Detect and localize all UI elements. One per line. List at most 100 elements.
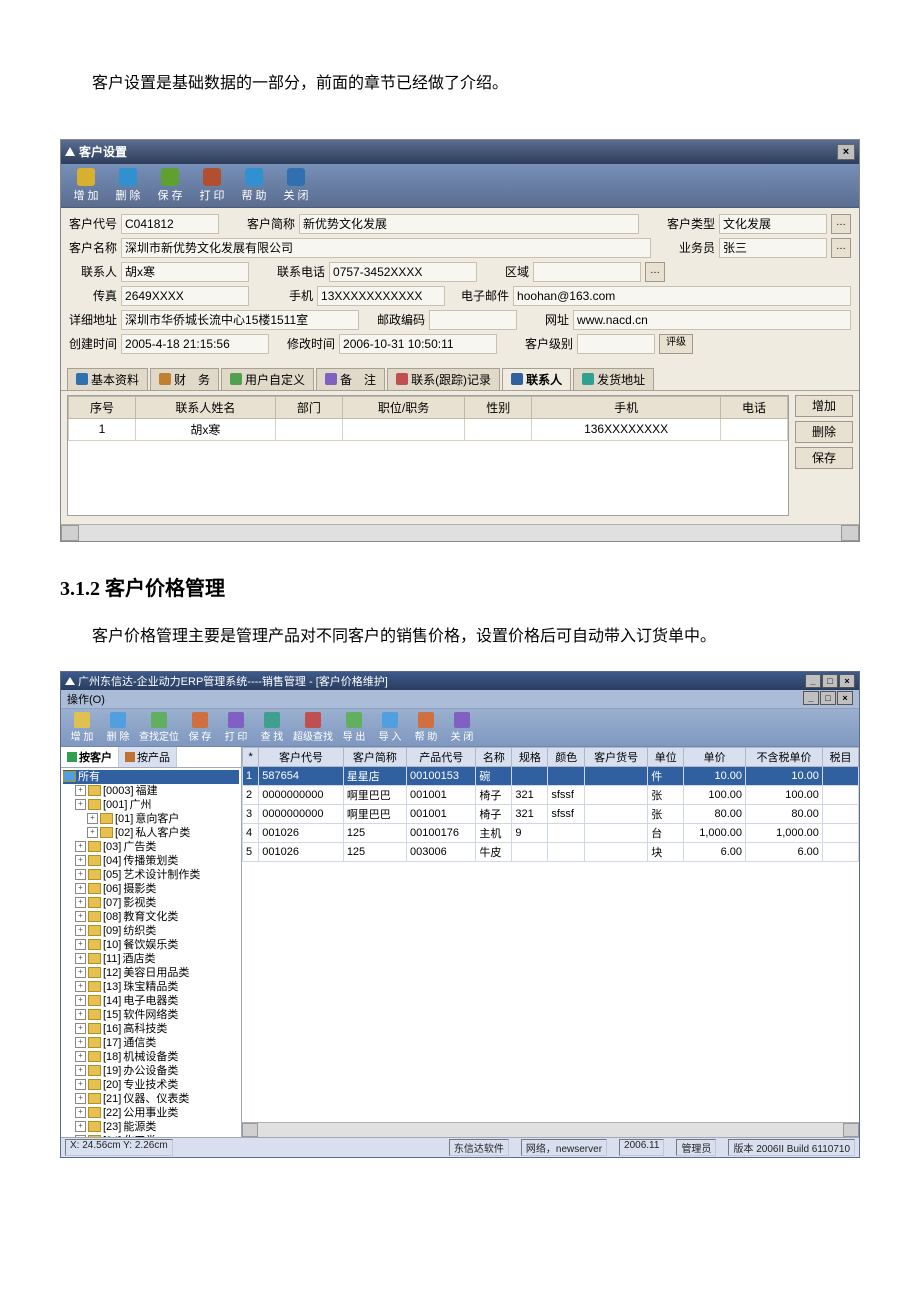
tree-item[interactable]: +[16] 高科技类 bbox=[63, 1022, 239, 1036]
field-zip[interactable] bbox=[429, 310, 517, 330]
expand-icon[interactable]: + bbox=[75, 1093, 86, 1104]
tree-item[interactable]: +[001] 广州 bbox=[63, 798, 239, 812]
tab-track[interactable]: 联系(跟踪)记录 bbox=[387, 368, 500, 390]
delete-button[interactable]: 删 除 bbox=[103, 712, 133, 743]
expand-icon[interactable]: + bbox=[75, 939, 86, 950]
scroll-right-icon[interactable] bbox=[841, 525, 859, 541]
delete-button[interactable]: 删 除 bbox=[111, 168, 145, 203]
tab-ship[interactable]: 发货地址 bbox=[573, 368, 654, 390]
horizontal-scrollbar[interactable] bbox=[61, 524, 859, 541]
tree-item[interactable]: +[19] 办公设备类 bbox=[63, 1064, 239, 1078]
super-find-button[interactable]: 超级查找 bbox=[293, 712, 333, 743]
child-maximize-icon[interactable]: □ bbox=[820, 691, 836, 705]
expand-icon[interactable]: + bbox=[87, 813, 98, 824]
tree-item[interactable]: +[13] 珠宝精品类 bbox=[63, 980, 239, 994]
field-sales[interactable]: 张三 bbox=[719, 238, 827, 258]
tab-udf[interactable]: 用户自定义 bbox=[221, 368, 314, 390]
help-button[interactable]: 帮 助 bbox=[411, 712, 441, 743]
sales-picker-button[interactable]: … bbox=[831, 238, 851, 258]
tree-item[interactable]: +[07] 影视类 bbox=[63, 896, 239, 910]
grid-delete-button[interactable]: 删除 bbox=[795, 421, 853, 443]
field-addr[interactable]: 深圳市华侨城长流中心15楼1511室 bbox=[121, 310, 359, 330]
import-button[interactable]: 导 入 bbox=[375, 712, 405, 743]
field-short[interactable]: 新优势文化发展 bbox=[299, 214, 639, 234]
tree-item[interactable]: +[23] 能源类 bbox=[63, 1120, 239, 1134]
expand-icon[interactable]: + bbox=[75, 967, 86, 978]
expand-icon[interactable]: + bbox=[75, 1009, 86, 1020]
expand-icon[interactable]: + bbox=[75, 1107, 86, 1118]
tree-item[interactable]: +[17] 通信类 bbox=[63, 1036, 239, 1050]
expand-icon[interactable]: + bbox=[75, 925, 86, 936]
expand-icon[interactable]: + bbox=[75, 869, 86, 880]
print-button[interactable]: 打 印 bbox=[195, 168, 229, 203]
tab-contacts[interactable]: 联系人 bbox=[502, 368, 571, 390]
rate-button[interactable]: 评级 bbox=[659, 334, 693, 354]
export-button[interactable]: 导 出 bbox=[339, 712, 369, 743]
expand-icon[interactable]: + bbox=[75, 841, 86, 852]
tree-tab-product[interactable]: 按产品 bbox=[119, 747, 177, 767]
type-picker-button[interactable]: … bbox=[831, 214, 851, 234]
expand-icon[interactable]: + bbox=[75, 911, 86, 922]
table-row[interactable]: 1587654星星店00100153碗件10.0010.00 bbox=[243, 766, 859, 785]
field-email[interactable]: hoohan@163.com bbox=[513, 286, 851, 306]
find-button[interactable]: 查 找 bbox=[257, 712, 287, 743]
menu-operate[interactable]: 操作(O) bbox=[67, 691, 105, 707]
save-button[interactable]: 保 存 bbox=[185, 712, 215, 743]
expand-icon[interactable]: + bbox=[75, 1023, 86, 1034]
tree-item[interactable]: +[03] 广告类 bbox=[63, 840, 239, 854]
field-fax[interactable]: 2649XXXX bbox=[121, 286, 249, 306]
child-close-icon[interactable]: × bbox=[837, 691, 853, 705]
add-button[interactable]: 增 加 bbox=[67, 712, 97, 743]
expand-icon[interactable]: + bbox=[75, 883, 86, 894]
expand-icon[interactable]: + bbox=[75, 1037, 86, 1048]
grid-add-button[interactable]: 增加 bbox=[795, 395, 853, 417]
expand-icon[interactable]: + bbox=[75, 1079, 86, 1090]
expand-icon[interactable]: + bbox=[75, 897, 86, 908]
tree-item[interactable]: +[12] 美容日用品类 bbox=[63, 966, 239, 980]
close-button[interactable]: 关 闭 bbox=[447, 712, 477, 743]
close-icon[interactable]: × bbox=[839, 674, 855, 688]
tree-item[interactable]: +[08] 教育文化类 bbox=[63, 910, 239, 924]
add-button[interactable]: 增 加 bbox=[69, 168, 103, 203]
field-name[interactable]: 深圳市新优势文化发展有限公司 bbox=[121, 238, 651, 258]
field-mobile[interactable]: 13XXXXXXXXXXX bbox=[317, 286, 445, 306]
expand-icon[interactable]: + bbox=[75, 799, 86, 810]
print-button[interactable]: 打 印 bbox=[221, 712, 251, 743]
scroll-left-icon[interactable] bbox=[242, 1123, 258, 1137]
field-type[interactable]: 文化发展 bbox=[719, 214, 827, 234]
expand-icon[interactable]: + bbox=[75, 855, 86, 866]
field-region[interactable] bbox=[533, 262, 641, 282]
tree-item[interactable]: +[05] 艺术设计制作类 bbox=[63, 868, 239, 882]
tree-item[interactable]: +[14] 电子电器类 bbox=[63, 994, 239, 1008]
close-button[interactable]: 关 闭 bbox=[279, 168, 313, 203]
table-row[interactable]: 5001026125003006牛皮块6.006.00 bbox=[243, 842, 859, 861]
tree-item[interactable]: +[24] 化工类 bbox=[63, 1134, 239, 1137]
close-icon[interactable]: × bbox=[837, 144, 855, 160]
save-button[interactable]: 保 存 bbox=[153, 168, 187, 203]
expand-icon[interactable]: + bbox=[75, 1051, 86, 1062]
expand-icon[interactable]: + bbox=[75, 953, 86, 964]
scroll-right-icon[interactable] bbox=[843, 1123, 859, 1137]
tab-memo[interactable]: 备 注 bbox=[316, 368, 385, 390]
field-code[interactable]: C041812 bbox=[121, 214, 219, 234]
tree-item[interactable]: +[21] 仪器、仪表类 bbox=[63, 1092, 239, 1106]
child-minimize-icon[interactable]: _ bbox=[803, 691, 819, 705]
field-contact[interactable]: 胡x寒 bbox=[121, 262, 249, 282]
maximize-icon[interactable]: □ bbox=[822, 674, 838, 688]
tree-item[interactable]: +[22] 公用事业类 bbox=[63, 1106, 239, 1120]
field-url[interactable]: www.nacd.cn bbox=[573, 310, 851, 330]
tab-basic[interactable]: 基本资料 bbox=[67, 368, 148, 390]
expand-icon[interactable]: + bbox=[75, 995, 86, 1006]
expand-icon[interactable]: + bbox=[75, 981, 86, 992]
expand-icon[interactable]: + bbox=[87, 827, 98, 838]
tree-item[interactable]: +[0003] 福建 bbox=[63, 784, 239, 798]
tree-item[interactable]: +[20] 专业技术类 bbox=[63, 1078, 239, 1092]
tree-tab-customer[interactable]: 按客户 bbox=[61, 747, 119, 767]
expand-icon[interactable]: + bbox=[75, 785, 86, 796]
table-row[interactable]: 30000000000啊里巴巴001001椅子321sfssf张80.0080.… bbox=[243, 804, 859, 823]
scroll-left-icon[interactable] bbox=[61, 525, 79, 541]
expand-icon[interactable]: + bbox=[75, 1121, 86, 1132]
tree-item[interactable]: +[06] 摄影类 bbox=[63, 882, 239, 896]
table-row[interactable]: 400102612500100176主机9台1,000.001,000.00 bbox=[243, 823, 859, 842]
horizontal-scrollbar[interactable] bbox=[242, 1122, 859, 1137]
